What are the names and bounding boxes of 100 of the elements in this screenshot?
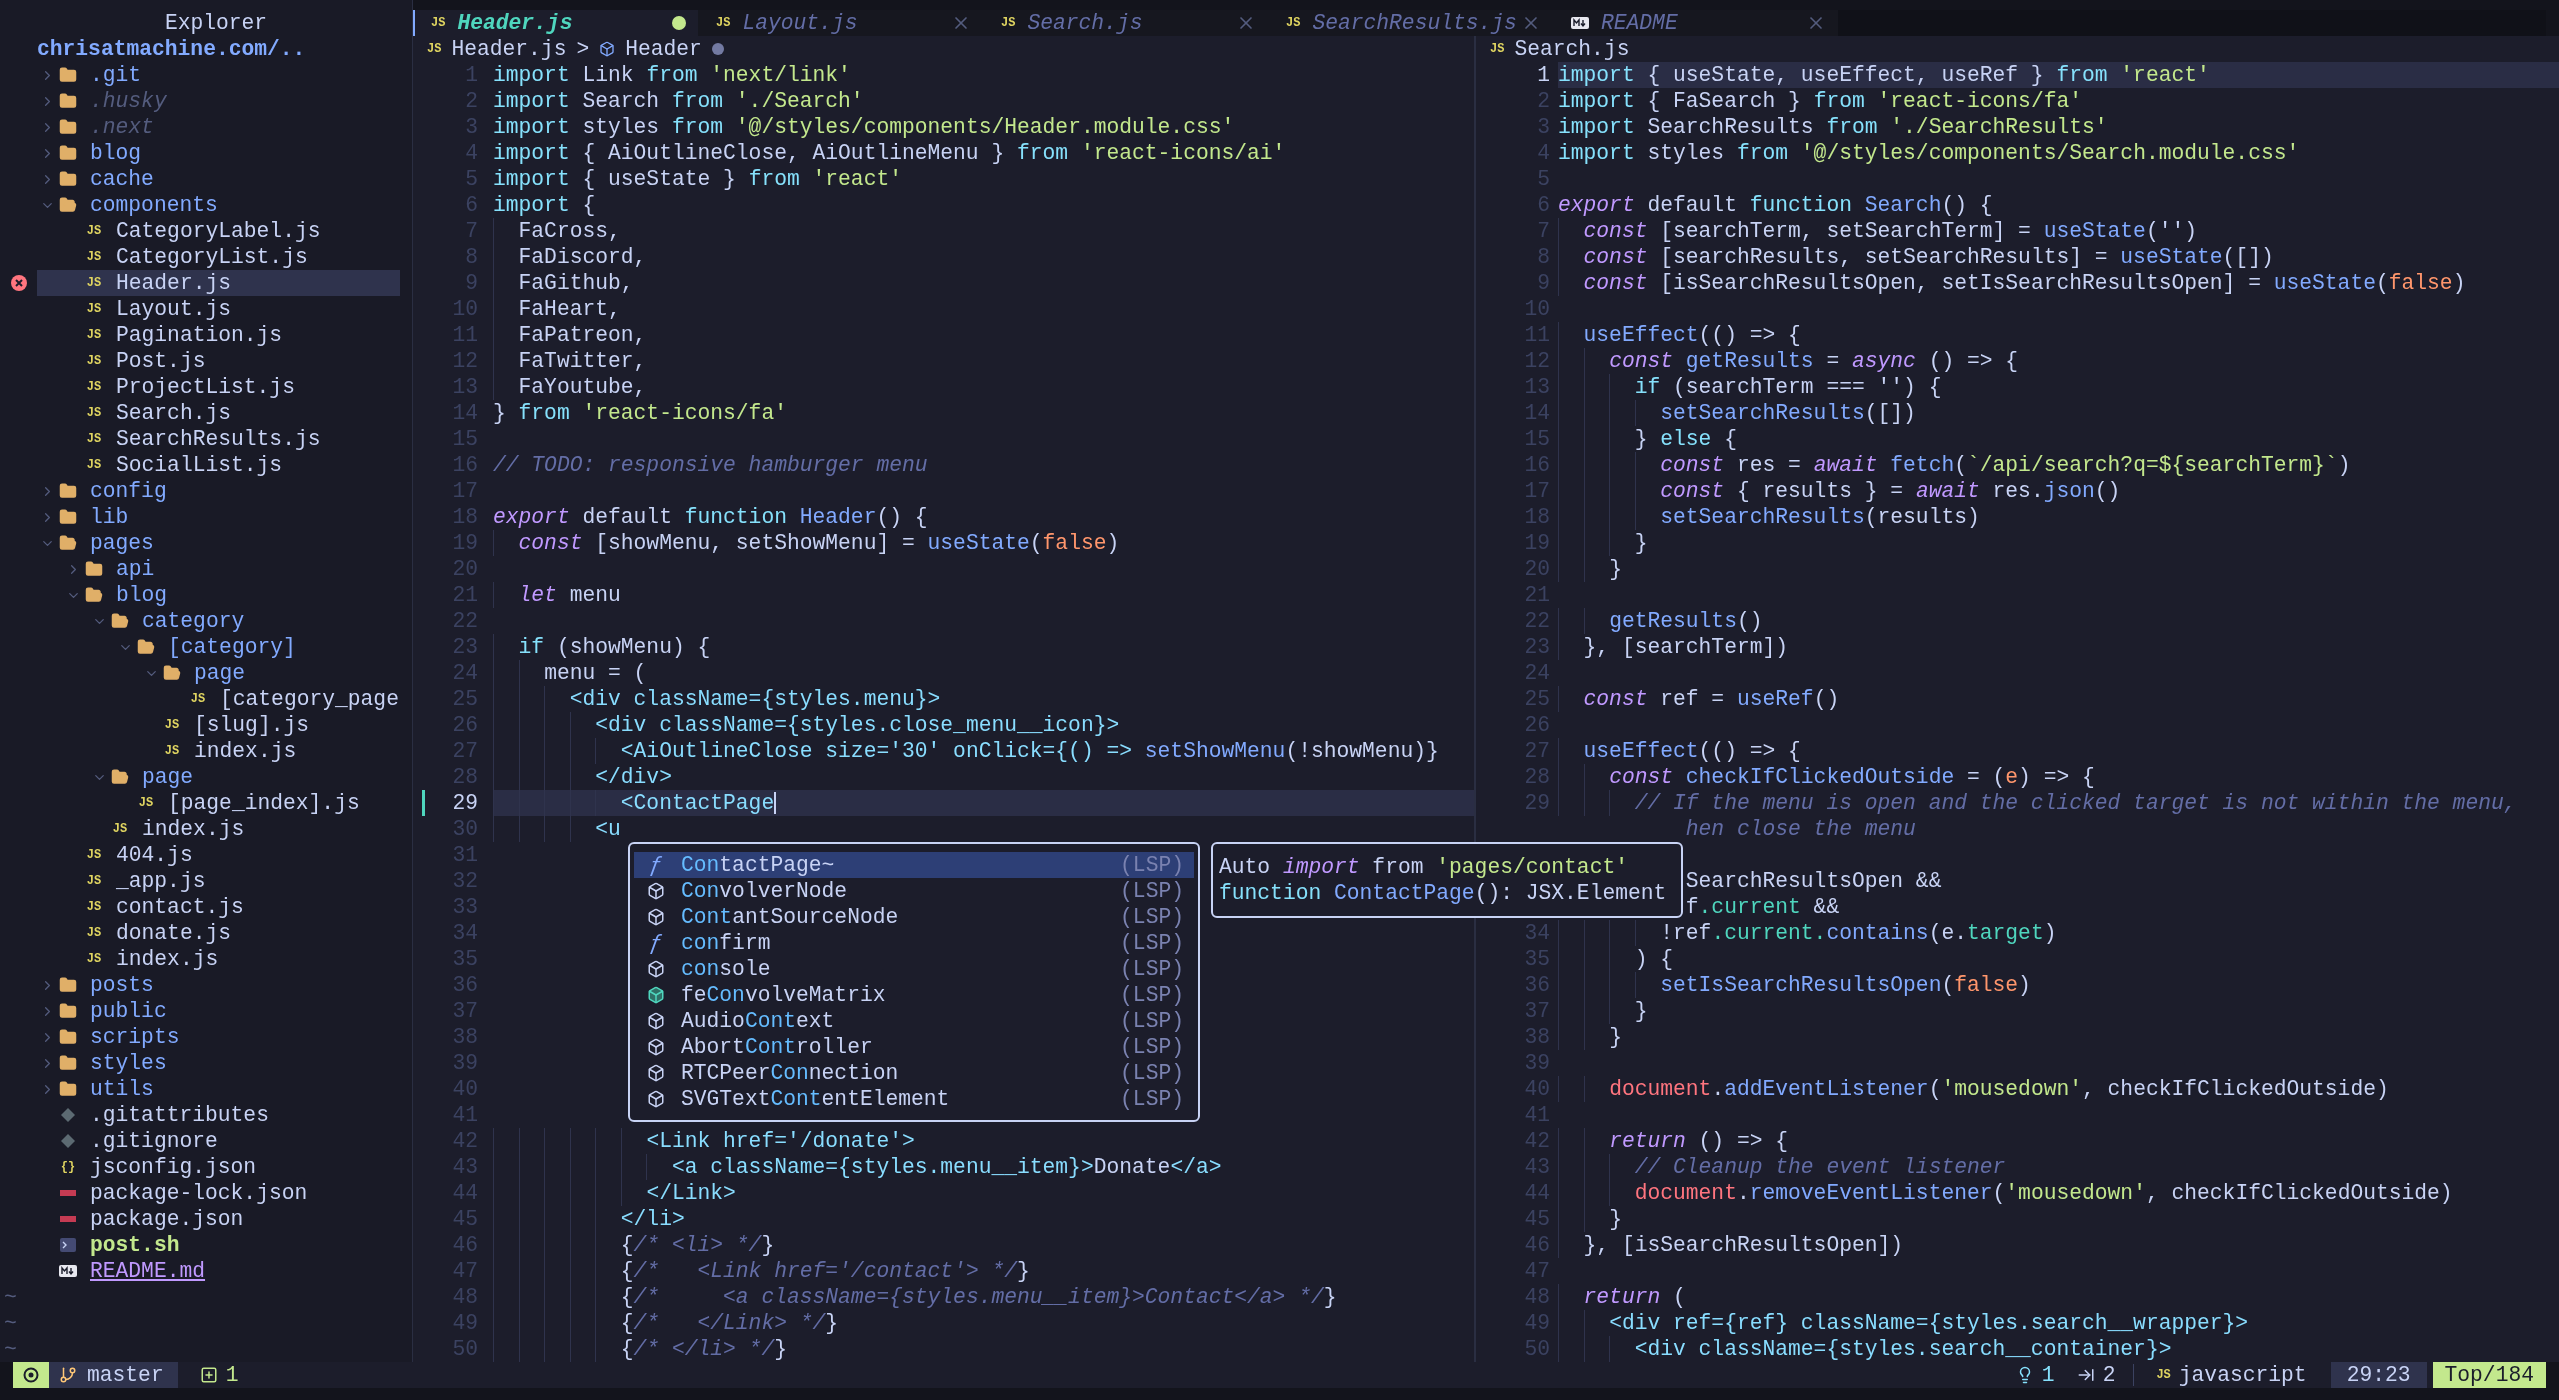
code-line: </li>: [620, 1206, 685, 1232]
completion-item[interactable]: ƒ ContactPage~ (LSP): [634, 852, 1194, 878]
tree-item[interactable]: posts: [37, 972, 400, 998]
tree-item[interactable]: styles: [37, 1050, 400, 1076]
tree-item[interactable]: cache: [37, 166, 400, 192]
file-type-icon: JS: [164, 719, 180, 731]
line-number: 1: [1536, 62, 1550, 88]
tree-item[interactable]: JS SearchResults.js: [37, 426, 400, 452]
code-line: const checkIfClickedOutside = (e) => {: [1609, 764, 2095, 790]
tree-item[interactable]: config: [37, 478, 400, 504]
file-name: Header.js: [451, 37, 567, 61]
file-type-icon: {}: [60, 1161, 76, 1173]
completion-item[interactable]: ConvolverNode (LSP): [634, 878, 1194, 904]
tree-item[interactable]: api: [37, 556, 400, 582]
code-line: f.current &&: [1685, 894, 1840, 920]
tree-item[interactable]: category: [37, 608, 400, 634]
code-line: {/* <Link href='/contact'> */}: [620, 1258, 1030, 1284]
tree-item[interactable]: [category]: [37, 634, 400, 660]
file-type-icon: JS: [86, 433, 102, 445]
code-line: const { results } = await res.json(): [1660, 478, 2121, 504]
code-line: FaCross,: [518, 218, 621, 244]
tree-item[interactable]: JS SocialList.js: [37, 452, 400, 478]
completion-item[interactable]: RTCPeerConnection (LSP): [634, 1060, 1194, 1086]
tree-item[interactable]: {} jsconfig.json: [37, 1154, 400, 1180]
tree-item[interactable]: .git: [37, 62, 400, 88]
tree-item[interactable]: page: [37, 660, 400, 686]
tree-item[interactable]: scripts: [37, 1024, 400, 1050]
code-line: menu = (: [544, 660, 647, 686]
tree-item[interactable]: blog: [37, 582, 400, 608]
completion-item[interactable]: ContantSourceNode (LSP): [634, 904, 1194, 930]
tree-item[interactable]: package.json: [37, 1206, 400, 1232]
tree-item[interactable]: post.sh: [37, 1232, 400, 1258]
file-type-icon: JS: [86, 329, 102, 341]
completion-item[interactable]: ƒ confirm (LSP): [634, 930, 1194, 956]
file-type-icon: JS: [86, 355, 102, 367]
code-line: // If the menu is open and the clicked target is not within the menu,: [1634, 790, 2517, 816]
tree-item[interactable]: JS index.js: [37, 816, 400, 842]
file-type-icon: JS: [138, 797, 154, 809]
tree-item[interactable]: JS index.js: [37, 946, 400, 972]
tree-item[interactable]: JS Layout.js: [37, 296, 400, 322]
tree-item[interactable]: blog: [37, 140, 400, 166]
branch-name: master: [87, 1363, 164, 1387]
code-line: import {: [493, 192, 596, 218]
code-line: {/* </Link> */}: [620, 1310, 839, 1336]
file-type-icon: JS: [86, 927, 102, 939]
tree-item[interactable]: .gitignore: [37, 1128, 400, 1154]
tree-item[interactable]: utils: [37, 1076, 400, 1102]
tree-item[interactable]: JS contact.js: [37, 894, 400, 920]
tree-item[interactable]: lib: [37, 504, 400, 530]
tree-item[interactable]: JS CategoryLabel.js: [37, 218, 400, 244]
file-type-icon: JS: [86, 381, 102, 393]
tree-item[interactable]: JS Search.js: [37, 400, 400, 426]
tree-item[interactable]: .gitattributes: [37, 1102, 400, 1128]
tree-item[interactable]: JS [category_page: [37, 686, 400, 712]
code-line: const [searchResults, setSearchResults] = useState([]): [1583, 244, 2274, 270]
tree-item[interactable]: JS 404.js: [37, 842, 400, 868]
code-line: import Search from './Search': [493, 88, 864, 114]
tree-item[interactable]: components: [37, 192, 400, 218]
tab[interactable]: JS Header.js: [413, 10, 698, 36]
code-line: export default function Search() {: [1558, 192, 1993, 218]
tree-item[interactable]: JS [page_index].js: [37, 790, 400, 816]
indent-width: 2: [2102, 1363, 2116, 1387]
tree-item[interactable]: JS CategoryList.js: [37, 244, 400, 270]
code-line: }: [1609, 1024, 1622, 1050]
code-line: FaPatreon,: [518, 322, 647, 348]
tree-item[interactable]: public: [37, 998, 400, 1024]
file-type-icon: JS: [86, 225, 102, 237]
code-line: if (showMenu) {: [518, 634, 711, 660]
tree-item[interactable]: JS ProjectList.js: [37, 374, 400, 400]
tree-item[interactable]: JS index.js: [37, 738, 400, 764]
tree-item[interactable]: pages: [37, 530, 400, 556]
end-of-buffer-marker: ~: [3, 1284, 18, 1310]
file-type-icon: JS: [112, 823, 128, 835]
file-type-icon: JS: [86, 901, 102, 913]
code-line: </Link>: [646, 1180, 736, 1206]
file-type-icon: JS: [1286, 17, 1301, 29]
tree-item[interactable]: JS [slug].js: [37, 712, 400, 738]
code-line: // TODO: responsive hamburger menu: [493, 452, 928, 478]
code-line: export default function Header() {: [493, 504, 928, 530]
breadcrumb-separator: >: [576, 37, 590, 61]
completion-item[interactable]: feConvolveMatrix (LSP): [634, 982, 1194, 1008]
file-type-icon: JS: [86, 303, 102, 315]
tree-item[interactable]: package-lock.json: [37, 1180, 400, 1206]
completion-item[interactable]: AbortController (LSP): [634, 1034, 1194, 1060]
completion-item[interactable]: SVGTextContentElement (LSP): [634, 1086, 1194, 1112]
tree-item[interactable]: page: [37, 764, 400, 790]
code-line: <AiOutlineClose size='30' onClick={() => setShowMenu(!showMenu)}: [620, 738, 1439, 764]
tree-item[interactable]: JS donate.js: [37, 920, 400, 946]
tree-item[interactable]: JS Header.js: [37, 270, 400, 296]
file-type-icon: JS: [86, 251, 102, 263]
code-line: {/* </li> */}: [620, 1336, 787, 1362]
code-line: import SearchResults from './SearchResults': [1558, 114, 2108, 140]
completion-item[interactable]: console (LSP): [634, 956, 1194, 982]
code-line: }: [1609, 556, 1622, 582]
tree-item[interactable]: JS _app.js: [37, 868, 400, 894]
tree-item[interactable]: README.md: [37, 1258, 400, 1284]
tree-item[interactable]: JS Pagination.js: [37, 322, 400, 348]
completion-item[interactable]: AudioContext (LSP): [634, 1008, 1194, 1034]
tree-item[interactable]: JS Post.js: [37, 348, 400, 374]
code-line: if (searchTerm === '') {: [1634, 374, 1942, 400]
